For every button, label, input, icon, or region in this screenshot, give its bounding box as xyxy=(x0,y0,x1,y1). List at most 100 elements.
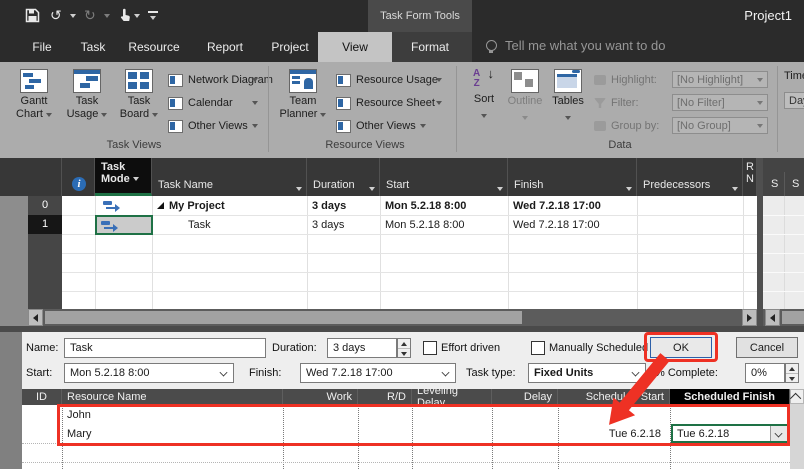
group-by-dropdown[interactable]: [No Group] xyxy=(672,117,768,134)
select-all-corner[interactable] xyxy=(0,158,62,196)
outline-button[interactable]: Outline xyxy=(504,66,546,138)
calendar-caret-icon[interactable] xyxy=(252,101,258,105)
task-type-combo[interactable]: Fixed Units xyxy=(528,363,646,383)
pane-left-margin xyxy=(0,196,28,326)
redo-icon[interactable]: ↻ xyxy=(84,7,96,23)
effort-driven-checkbox[interactable] xyxy=(423,341,437,355)
highlight-dropdown[interactable]: [No Highlight] xyxy=(672,71,768,88)
finish-cell[interactable]: Wed 7.2.18 17:00 xyxy=(508,215,637,234)
tab-view[interactable]: View xyxy=(318,32,392,62)
resource-column-header-scheduled-finish[interactable]: Scheduled Finish xyxy=(670,389,790,405)
effort-driven-label: Effort driven xyxy=(441,342,501,354)
team-planner-icon xyxy=(289,69,317,93)
column-header-start[interactable]: Start xyxy=(380,158,508,196)
resource-column-header-work[interactable]: Work xyxy=(283,389,358,405)
resource-column-header-leveling-delay[interactable]: Leveling Delay xyxy=(412,385,492,409)
contextual-tab-group-label: Task Form Tools xyxy=(368,0,472,32)
column-header-task-mode[interactable]: Task Mode xyxy=(95,158,152,196)
timescale-dropdown[interactable]: Days xyxy=(784,92,804,109)
undo-dropdown-icon[interactable] xyxy=(70,14,76,18)
filter-row: Filter: xyxy=(594,94,639,112)
group-by-icon xyxy=(594,121,606,131)
start-cell[interactable]: Mon 5.2.18 8:00 xyxy=(380,196,508,215)
gantt-chart-area xyxy=(763,196,804,309)
cancel-button[interactable]: Cancel xyxy=(736,337,798,358)
resource-column-header-rd[interactable]: R/D xyxy=(358,389,412,405)
resource-usage-caret-icon[interactable] xyxy=(436,78,442,82)
undo-icon[interactable]: ↺ xyxy=(50,7,62,23)
duration-label: Duration: xyxy=(272,342,317,354)
sort-button[interactable]: A Z ↓ Sort xyxy=(466,66,502,138)
manually-scheduled-checkbox[interactable] xyxy=(531,341,545,355)
resource-scroll-up-button[interactable] xyxy=(789,389,804,404)
resource-other-views-button[interactable]: Other Views xyxy=(336,117,426,135)
collapse-triangle-icon[interactable] xyxy=(157,202,164,209)
gantt-day-label: S xyxy=(771,178,779,190)
task-other-views-button[interactable]: Other Views xyxy=(168,117,258,135)
duration-input[interactable]: 3 days xyxy=(327,338,397,358)
resource-column-header-id[interactable]: ID xyxy=(22,389,62,405)
row-number[interactable]: 0 xyxy=(28,196,62,216)
resource-sheet-caret-icon[interactable] xyxy=(436,101,442,105)
task-board-button[interactable]: Task Board xyxy=(114,66,164,138)
gantt-chart-button[interactable]: Gantt Chart xyxy=(8,66,60,138)
finish-combo[interactable]: Wed 7.2.18 17:00 xyxy=(300,363,456,383)
duration-cell[interactable]: 3 days xyxy=(307,215,380,234)
tab-format[interactable]: Format xyxy=(388,32,472,62)
gantt-scroll-left-button[interactable] xyxy=(765,309,780,326)
column-header-task-name[interactable]: Task Name xyxy=(152,158,307,196)
start-cell[interactable]: Mon 5.2.18 8:00 xyxy=(380,215,508,234)
team-planner-button[interactable]: Team Planner xyxy=(276,66,330,138)
finish-label: Finish: xyxy=(249,367,282,379)
customize-qat-caret-icon[interactable] xyxy=(150,16,156,20)
task-name-cell[interactable]: My Project xyxy=(152,196,307,215)
start-combo[interactable]: Mon 5.2.18 8:00 xyxy=(64,363,234,383)
gantt-chart-icon xyxy=(20,69,48,93)
resource-column-header-scheduled-start[interactable]: Scheduled Start xyxy=(558,389,670,405)
tab-resource[interactable]: Resource xyxy=(112,32,196,62)
resource-sheet-button[interactable]: Resource Sheet xyxy=(336,94,439,112)
network-diagram-button[interactable]: Network Diagram xyxy=(168,71,277,89)
touch-mode-dropdown-icon[interactable] xyxy=(134,14,140,18)
resource-column-header-name[interactable]: Resource Name xyxy=(62,389,283,405)
tell-me-text: Tell me what you want to do xyxy=(505,38,666,53)
touch-mode-icon[interactable] xyxy=(116,8,131,26)
tab-project[interactable]: Project xyxy=(252,32,328,62)
task-usage-button[interactable]: Task Usage xyxy=(62,66,112,138)
finish-cell[interactable]: Wed 7.2.18 17:00 xyxy=(508,196,637,215)
resource-usage-icon xyxy=(336,73,351,87)
column-header-finish[interactable]: Finish xyxy=(508,158,637,196)
task-mode-cell[interactable] xyxy=(98,196,125,215)
task-name-cell[interactable]: Task xyxy=(152,215,307,234)
duration-stepper[interactable] xyxy=(397,338,411,358)
h-scrollbar-thumb[interactable] xyxy=(45,311,522,324)
chevron-down-icon xyxy=(442,369,450,377)
selected-task-mode-cell[interactable] xyxy=(95,215,153,235)
row-number-selected[interactable]: 1 xyxy=(28,215,62,234)
tell-me-box[interactable]: Tell me what you want to do xyxy=(486,38,665,53)
percent-complete-input[interactable]: 0% xyxy=(745,363,785,383)
percent-complete-stepper[interactable] xyxy=(785,363,799,383)
filter-dropdown[interactable]: [No Filter] xyxy=(672,94,768,111)
scroll-right-button[interactable] xyxy=(742,309,757,326)
gantt-h-scrollbar-thumb[interactable] xyxy=(782,311,804,324)
resource-usage-button[interactable]: Resource Usage xyxy=(336,71,442,89)
name-input[interactable]: Task xyxy=(64,338,266,358)
sort-az-icon: A Z ↓ xyxy=(473,66,494,89)
column-header-predecessors[interactable]: Predecessors xyxy=(637,158,743,196)
highlight-icon xyxy=(594,75,606,85)
column-header-duration[interactable]: Duration xyxy=(307,158,380,196)
duration-cell[interactable]: 3 days xyxy=(307,196,380,215)
calendar-button[interactable]: Calendar xyxy=(168,94,237,112)
tab-report[interactable]: Report xyxy=(188,32,262,62)
info-icon: i xyxy=(72,177,86,191)
column-header-resource-names[interactable]: R N xyxy=(743,158,757,196)
resource-column-header-delay[interactable]: Delay xyxy=(492,389,558,405)
scroll-left-button[interactable] xyxy=(28,309,43,326)
save-icon[interactable] xyxy=(25,8,40,26)
column-header-info[interactable]: i xyxy=(62,158,95,196)
redo-dropdown-icon[interactable] xyxy=(104,14,110,18)
network-diagram-caret-icon[interactable] xyxy=(252,78,258,82)
customize-qat-icon[interactable] xyxy=(148,11,158,13)
tables-button[interactable]: Tables xyxy=(548,66,588,138)
